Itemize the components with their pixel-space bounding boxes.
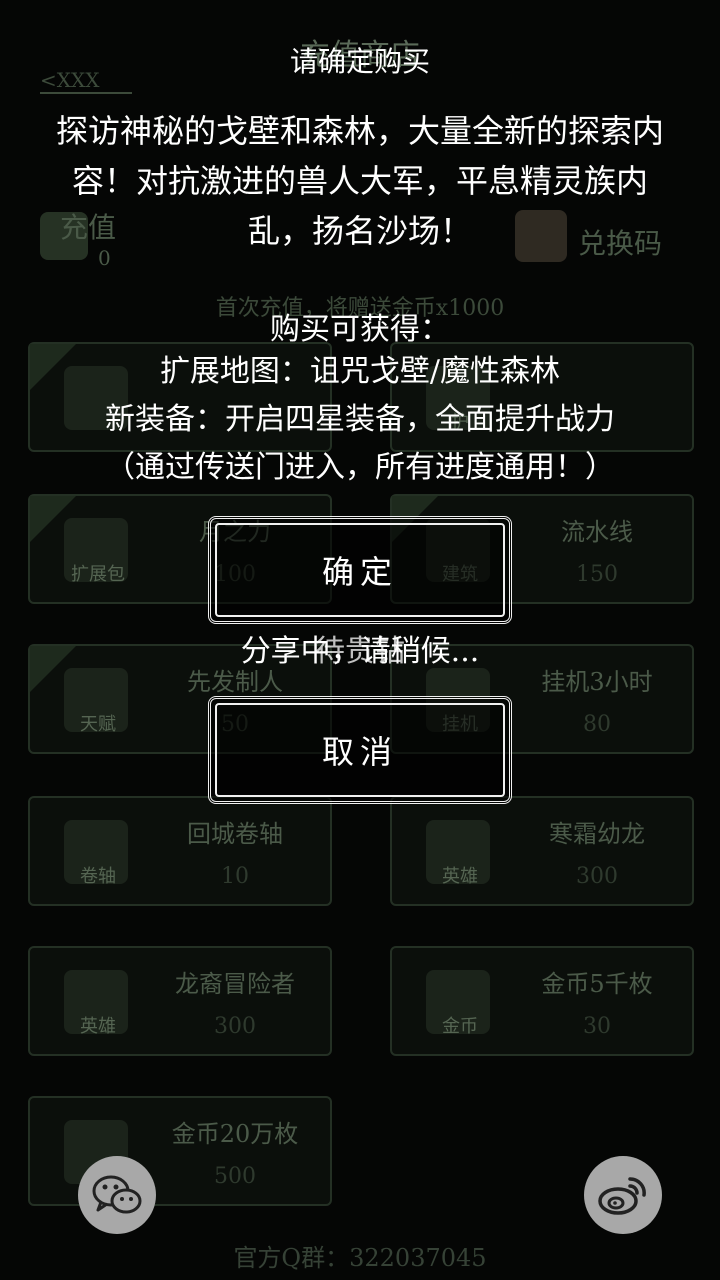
item-name: 回城卷轴: [187, 820, 283, 848]
item-name: 龙裔冒险者: [175, 970, 295, 998]
item-icon-label: 卷轴: [80, 866, 116, 887]
reward-list: 扩展地图：诅咒戈壁/魔性森林 新装备：开启四星装备，全面提升战力 （通过传送门进…: [20, 348, 700, 492]
shop-item-card[interactable]: 金币20万枚 500: [28, 1096, 332, 1206]
shop-item-card[interactable]: 英雄 寒霜幼龙 300: [390, 796, 694, 906]
item-name: 流水线: [561, 518, 633, 546]
item-icon-label: 金币: [442, 1016, 478, 1037]
item-icon-label: 扩展包: [71, 564, 125, 585]
confirm-button[interactable]: 确定: [208, 516, 512, 624]
status-overlay-text: 待贵钻: [315, 634, 405, 669]
item-name: 寒霜幼龙: [549, 820, 645, 848]
cancel-button[interactable]: 取消: [208, 696, 512, 804]
reward-line: 新装备：开启四星装备，全面提升战力: [105, 402, 615, 437]
confirm-label: 确定: [321, 553, 398, 591]
reward-heading: 购买可获得：: [270, 312, 450, 347]
item-name: 金币20万枚: [171, 1120, 299, 1148]
wechat-icon: [92, 1175, 142, 1214]
weibo-share-button[interactable]: [584, 1156, 662, 1234]
wechat-share-button[interactable]: [78, 1156, 156, 1234]
item-price: 30: [583, 1014, 611, 1039]
shop-item-card[interactable]: 英雄 龙裔冒险者 300: [28, 946, 332, 1056]
item-price: 500: [214, 1164, 256, 1189]
shop-item-card[interactable]: 金币 金币5千枚 30: [390, 946, 694, 1056]
item-icon-label: 英雄: [80, 1016, 116, 1037]
reward-line: （通过传送门进入，所有进度通用！）: [105, 450, 615, 485]
item-price: 10: [221, 864, 249, 889]
item-price: 80: [583, 712, 611, 737]
cancel-label: 取消: [321, 733, 398, 771]
item-icon-label: 天赋: [80, 714, 116, 735]
share-status: 分享中，请稍候... 待贵钻: [0, 626, 720, 670]
qq-group-text: 官方Q群：322037045: [233, 1244, 487, 1272]
reward-line: 扩展地图：诅咒戈壁/魔性森林: [159, 354, 561, 389]
dialog-title: 请确定购买: [289, 45, 430, 78]
item-price: 150: [576, 562, 618, 587]
shop-item-card[interactable]: 卷轴 回城卷轴 10: [28, 796, 332, 906]
weibo-icon: [598, 1177, 646, 1215]
item-price: 300: [214, 1014, 256, 1039]
item-price: 300: [576, 864, 618, 889]
dialog-description: 探访神秘的戈壁和森林，大量全新的探索内容！对抗激进的兽人大军，平息精灵族内乱，扬…: [55, 112, 664, 250]
item-icon-label: 英雄: [442, 866, 478, 887]
item-name: 金币5千枚: [541, 970, 653, 998]
